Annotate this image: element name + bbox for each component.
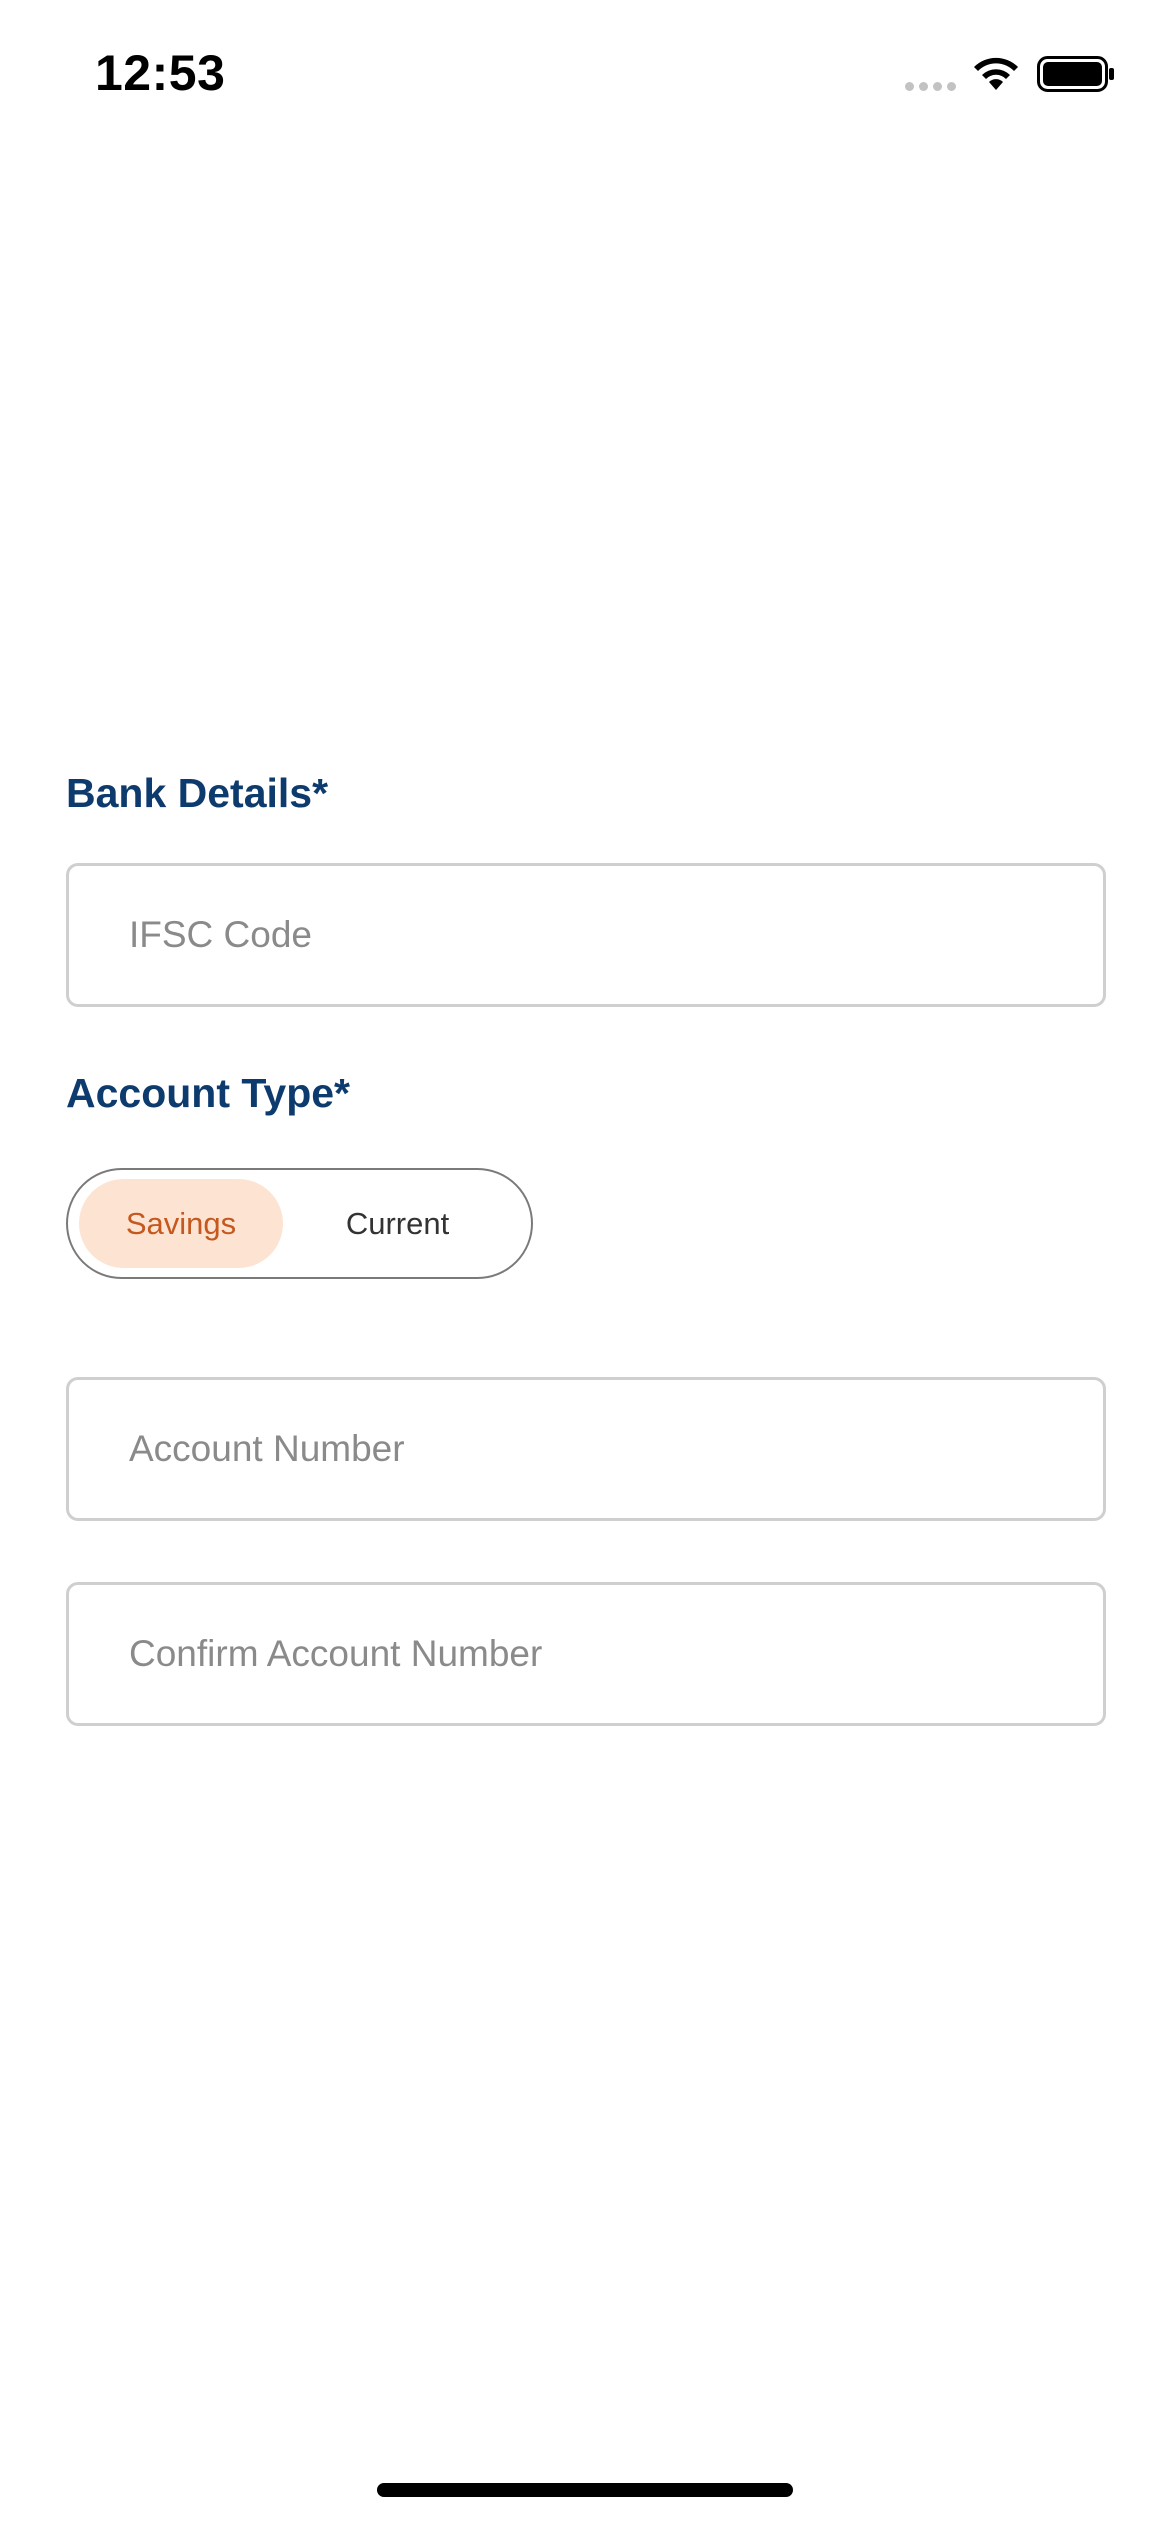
account-type-title: Account Type*	[66, 1070, 350, 1116]
account-type-savings-option[interactable]: Savings	[79, 1179, 283, 1268]
account-number-input[interactable]	[129, 1380, 1069, 1518]
confirm-account-number-input[interactable]	[129, 1585, 1069, 1723]
account-type-current-option[interactable]: Current	[290, 1179, 505, 1268]
status-time: 12:53	[95, 45, 226, 101]
status-bar: 12:53	[0, 0, 1170, 150]
ifsc-input[interactable]	[129, 866, 1069, 1004]
home-indicator	[377, 2483, 793, 2497]
account-type-toggle: Savings Current	[66, 1168, 533, 1279]
bank-details-title: Bank Details*	[66, 770, 329, 816]
ifsc-field[interactable]	[66, 863, 1106, 1007]
wifi-icon	[974, 57, 1018, 90]
confirm-account-number-field[interactable]	[66, 1582, 1106, 1726]
battery-icon	[1037, 56, 1114, 92]
account-number-field[interactable]	[66, 1377, 1106, 1521]
signal-icon	[905, 82, 956, 91]
